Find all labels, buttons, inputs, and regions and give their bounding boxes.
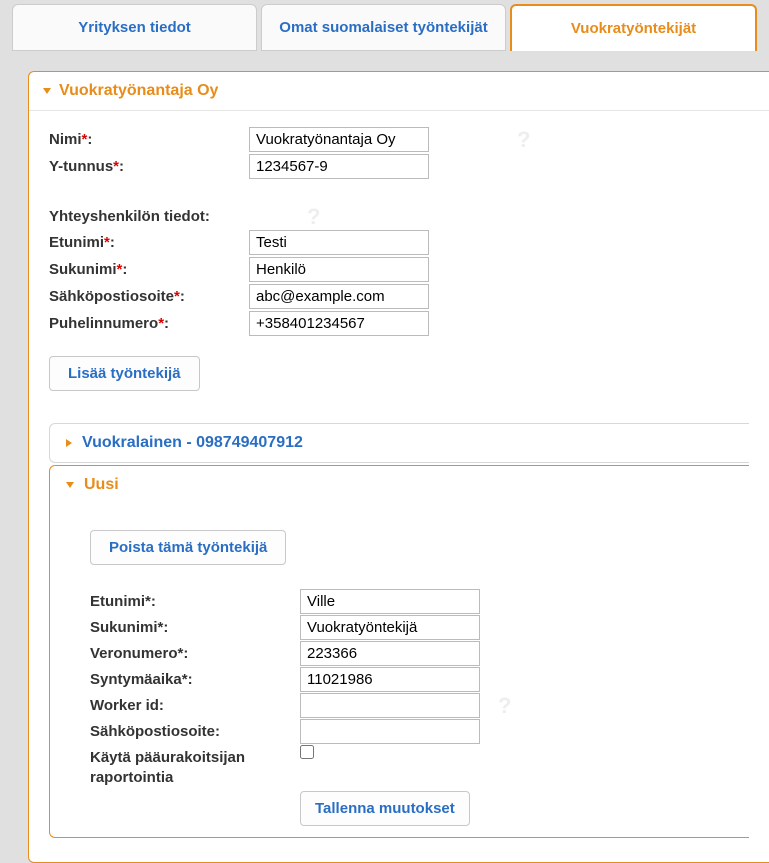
employer-panel: Vuokratyönantaja Oy Nimi*: ? Y-tunnus*: … (28, 71, 769, 863)
maincontractor-checkbox[interactable] (300, 745, 314, 759)
chevron-right-icon (66, 439, 72, 447)
tab-bar: Yrityksen tiedot Omat suomalaiset työnte… (0, 0, 769, 51)
tab-rental-workers[interactable]: Vuokratyöntekijät (510, 4, 757, 51)
worker-dob-label: Syntymäaika*: (90, 668, 300, 691)
tab-own-workers[interactable]: Omat suomalaiset työntekijät (261, 4, 506, 51)
contact-heading: Yhteyshenkilön tiedot: (49, 205, 210, 228)
ytunnus-label: Y-tunnus*: (49, 155, 249, 178)
chevron-down-icon (66, 482, 74, 488)
help-icon[interactable]: ? (498, 693, 511, 719)
name-input[interactable] (249, 127, 429, 152)
contact-firstname-label: Etunimi*: (49, 231, 249, 254)
new-worker-panel: Uusi Poista tämä työntekijä Etunimi*: Su… (49, 465, 749, 838)
new-worker-panel-title: Uusi (84, 476, 119, 494)
save-changes-button[interactable]: Tallenna muutokset (300, 791, 470, 826)
worker-taxnum-input[interactable] (300, 641, 480, 666)
worker-id-input[interactable] (300, 693, 480, 718)
tenant-panel-header[interactable]: Vuokralainen - 098749407912 (50, 424, 749, 462)
contact-lastname-label: Sukunimi*: (49, 258, 249, 281)
contact-phone-input[interactable] (249, 311, 429, 336)
contact-email-input[interactable] (249, 284, 429, 309)
worker-id-label: Worker id: (90, 694, 300, 717)
help-icon[interactable]: ? (517, 127, 530, 153)
employer-panel-header[interactable]: Vuokratyönantaja Oy (29, 72, 769, 111)
tenant-panel-title: Vuokralainen - 098749407912 (82, 434, 303, 452)
worker-firstname-label: Etunimi*: (90, 590, 300, 613)
new-worker-panel-header[interactable]: Uusi (50, 466, 749, 504)
new-worker-panel-body: Poista tämä työntekijä Etunimi*: Sukunim… (50, 504, 749, 837)
worker-email-input[interactable] (300, 719, 480, 744)
worker-dob-input[interactable] (300, 667, 480, 692)
contact-lastname-input[interactable] (249, 257, 429, 282)
add-worker-button[interactable]: Lisää työntekijä (49, 356, 200, 391)
tenant-panel: Vuokralainen - 098749407912 (49, 423, 749, 463)
contact-email-label: Sähköpostiosoite*: (49, 285, 249, 308)
worker-lastname-input[interactable] (300, 615, 480, 640)
help-icon[interactable]: ? (307, 204, 320, 230)
worker-firstname-input[interactable] (300, 589, 480, 614)
employer-panel-body: Nimi*: ? Y-tunnus*: Yhteyshenkilön tiedo… (29, 111, 769, 862)
contact-phone-label: Puhelinnumero*: (49, 312, 249, 335)
ytunnus-input[interactable] (249, 154, 429, 179)
name-label: Nimi*: (49, 128, 249, 151)
tab-company[interactable]: Yrityksen tiedot (12, 4, 257, 51)
employer-panel-title: Vuokratyönantaja Oy (59, 82, 218, 100)
contact-firstname-input[interactable] (249, 230, 429, 255)
worker-taxnum-label: Veronumero*: (90, 642, 300, 665)
maincontractor-label: Käytä pääurakoitsijan raportointia (90, 745, 300, 790)
worker-email-label: Sähköpostiosoite: (90, 720, 300, 743)
remove-worker-button[interactable]: Poista tämä työntekijä (90, 530, 286, 565)
chevron-down-icon (43, 88, 51, 94)
worker-lastname-label: Sukunimi*: (90, 616, 300, 639)
